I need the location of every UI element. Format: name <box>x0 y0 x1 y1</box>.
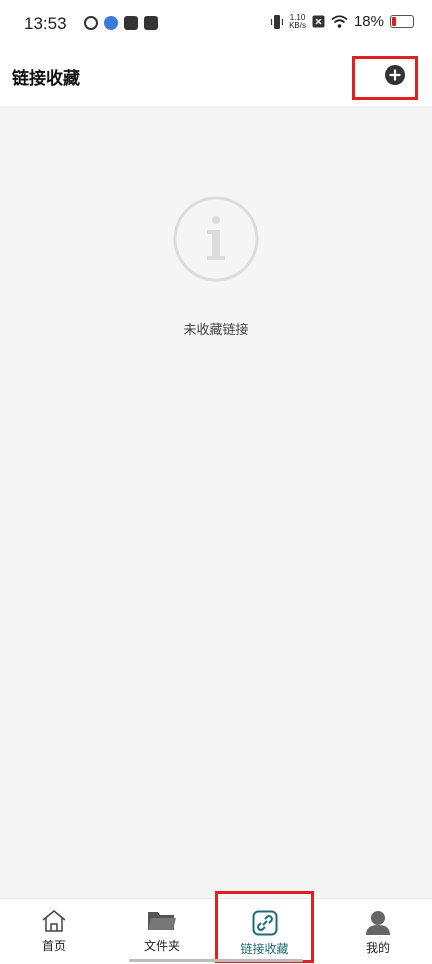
status-right: 1.10 KB/s 18% <box>271 13 414 30</box>
battery-percent: 18% <box>353 13 384 30</box>
status-time: 13:53 <box>24 14 67 33</box>
home-icon <box>42 910 66 932</box>
network-speed: 1.10 KB/s <box>289 12 306 30</box>
link-icon <box>252 910 277 936</box>
empty-state: 未收藏链接 <box>0 106 432 898</box>
nav-label-links: 链接收藏 <box>240 942 289 956</box>
app-screen: 13:53 1.10 KB/s 18% 链接收藏 未收藏链接 首页 文件夹 链接… <box>0 0 432 964</box>
nav-label-folder: 文件夹 <box>143 939 180 953</box>
vibrate-icon <box>271 14 284 29</box>
battery-icon <box>390 15 414 28</box>
folder-icon <box>148 912 176 930</box>
person-icon <box>366 911 390 935</box>
bottom-nav: 首页 文件夹 链接收藏 我的 <box>0 891 432 964</box>
calendar-icon <box>144 16 158 30</box>
add-link-button[interactable] <box>352 56 418 100</box>
nav-item-folder[interactable]: 文件夹 <box>108 899 216 964</box>
plus-circle-icon <box>385 65 405 85</box>
sim-off-icon <box>312 15 325 28</box>
empty-message: 未收藏链接 <box>183 323 249 338</box>
nav-item-home[interactable]: 首页 <box>0 899 108 964</box>
app-notification-icon <box>104 16 118 30</box>
nav-item-me[interactable]: 我的 <box>324 899 432 964</box>
sync-icon <box>84 16 98 30</box>
page-title: 链接收藏 <box>12 69 80 89</box>
home-indicator-bar[interactable] <box>129 959 303 962</box>
nav-label-me: 我的 <box>365 941 390 955</box>
info-icon <box>173 196 259 282</box>
status-bar: 13:53 1.10 KB/s 18% <box>0 0 432 52</box>
wifi-icon <box>331 15 348 28</box>
status-notification-icons <box>84 16 158 30</box>
nav-label-home: 首页 <box>41 939 66 953</box>
mail-icon <box>124 16 138 30</box>
page-header: 链接收藏 <box>0 52 432 106</box>
nav-item-links[interactable]: 链接收藏 <box>215 891 314 963</box>
